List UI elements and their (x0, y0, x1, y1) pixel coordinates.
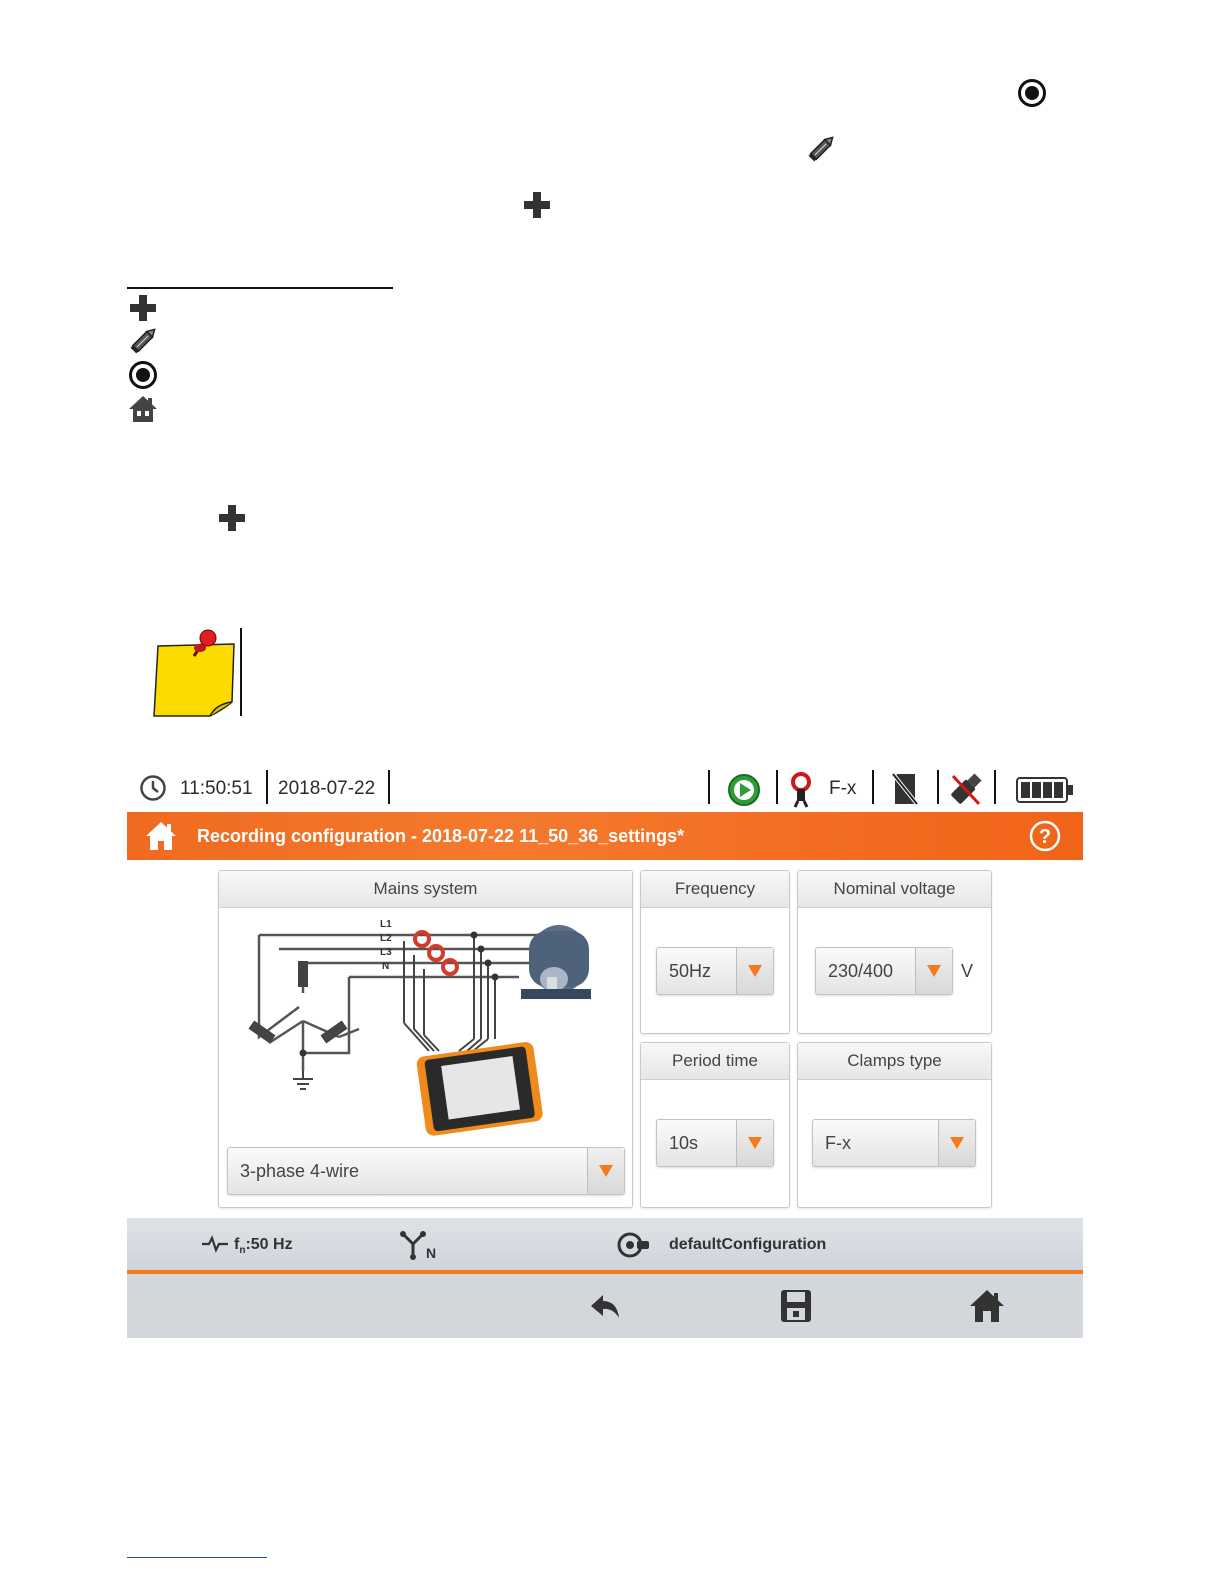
mains-system-header: Mains system (219, 871, 632, 908)
play-icon[interactable] (727, 773, 761, 812)
nominal-voltage-header: Nominal voltage (798, 871, 991, 908)
plus-icon (217, 503, 247, 533)
status-clamps: F-x (829, 778, 857, 799)
status-bar: 11:50:51 2018-07-22 F-x (127, 762, 1083, 812)
device-screen: 11:50:51 2018-07-22 F-x Recording config (127, 762, 1083, 1338)
mains-system-dropdown[interactable]: 3-phase 4-wire (227, 1147, 625, 1195)
plus-icon (128, 293, 158, 323)
footnote-rule (127, 1557, 267, 1558)
help-icon[interactable]: ? (1029, 820, 1061, 857)
usb-off-icon (949, 770, 983, 813)
page-title: Recording configuration - 2018-07-22 11_… (197, 826, 685, 846)
config-main: Mains system L1 L2 L3 N 3-phase 4-wire F… (127, 860, 1083, 1218)
status-time: 11:50:51 (180, 778, 253, 799)
status-divider (994, 770, 996, 804)
home-icon (970, 1290, 1004, 1322)
frequency-dropdown[interactable]: 50Hz (656, 947, 774, 995)
section-underline (127, 287, 393, 289)
clamp-icon (789, 772, 813, 813)
wye-neutral-icon: N (399, 1230, 439, 1265)
chevron-down-icon[interactable] (915, 948, 952, 994)
bottom-toolbar (127, 1274, 1083, 1338)
frequency-value: 50Hz (669, 961, 712, 981)
pencil-icon (128, 325, 160, 355)
svg-text:?: ? (1039, 826, 1051, 848)
status-divider (266, 770, 268, 804)
nominal-voltage-dropdown[interactable]: 230/400 (815, 947, 953, 995)
info-bar: fn:50 Hz N defaultConfiguration (127, 1218, 1083, 1270)
chevron-down-icon[interactable] (587, 1148, 624, 1194)
frequency-panel: Frequency 50Hz (640, 870, 790, 1034)
sd-card-off-icon (891, 772, 919, 811)
status-date: 2018-07-22 (278, 778, 376, 799)
period-time-value: 10s (669, 1133, 699, 1153)
info-frequency: fn:50 Hz (234, 1236, 293, 1257)
config-name: defaultConfiguration (669, 1236, 827, 1253)
diagram-label-n: N (382, 961, 390, 972)
status-divider (937, 770, 939, 804)
status-divider (872, 770, 874, 804)
plus-icon (522, 190, 552, 220)
nominal-voltage-value: 230/400 (828, 961, 894, 981)
home-button[interactable] (967, 1286, 1007, 1326)
floppy-disk-icon (781, 1290, 811, 1322)
voltage-unit: V (961, 961, 974, 981)
clamps-type-header: Clamps type (798, 1043, 991, 1080)
mains-system-value: 3-phase 4-wire (240, 1161, 360, 1181)
clock-icon (139, 774, 167, 807)
pencil-icon (806, 133, 838, 163)
home-icon[interactable] (145, 821, 177, 856)
undo-arrow-icon (591, 1295, 619, 1318)
clamps-type-dropdown[interactable]: F-x (812, 1119, 976, 1167)
clamps-type-panel: Clamps type F-x (797, 1042, 992, 1208)
configuration-icon (617, 1230, 651, 1265)
period-time-panel: Period time 10s (640, 1042, 790, 1208)
status-divider (388, 770, 390, 804)
svg-text:N: N (426, 1245, 436, 1260)
home-icon (128, 394, 158, 424)
title-bar: Recording configuration - 2018-07-22 11_… (127, 812, 1083, 860)
diagram-label-l2: L2 (380, 933, 392, 944)
period-time-dropdown[interactable]: 10s (656, 1119, 774, 1167)
chevron-down-icon[interactable] (736, 1120, 773, 1166)
back-button[interactable] (585, 1286, 625, 1326)
wiring-diagram (229, 911, 619, 1142)
diagram-label-l1: L1 (380, 919, 392, 930)
diagram-label-l3: L3 (380, 947, 392, 958)
record-icon (1017, 78, 1047, 108)
period-time-header: Period time (641, 1043, 789, 1080)
nominal-voltage-panel: Nominal voltage 230/400 V (797, 870, 992, 1034)
status-divider (708, 770, 710, 804)
record-icon (128, 360, 158, 390)
status-divider (776, 770, 778, 804)
chevron-down-icon[interactable] (736, 948, 773, 994)
note-pin-icon (150, 626, 238, 718)
mains-system-panel: Mains system L1 L2 L3 N 3-phase 4-wire (218, 870, 633, 1208)
frequency-header: Frequency (641, 871, 789, 908)
chevron-down-icon[interactable] (938, 1120, 975, 1166)
waveform-icon (201, 1235, 229, 1258)
battery-icon (1016, 777, 1074, 808)
note-divider (240, 628, 242, 716)
save-button[interactable] (776, 1286, 816, 1326)
clamps-type-value: F-x (825, 1133, 851, 1153)
